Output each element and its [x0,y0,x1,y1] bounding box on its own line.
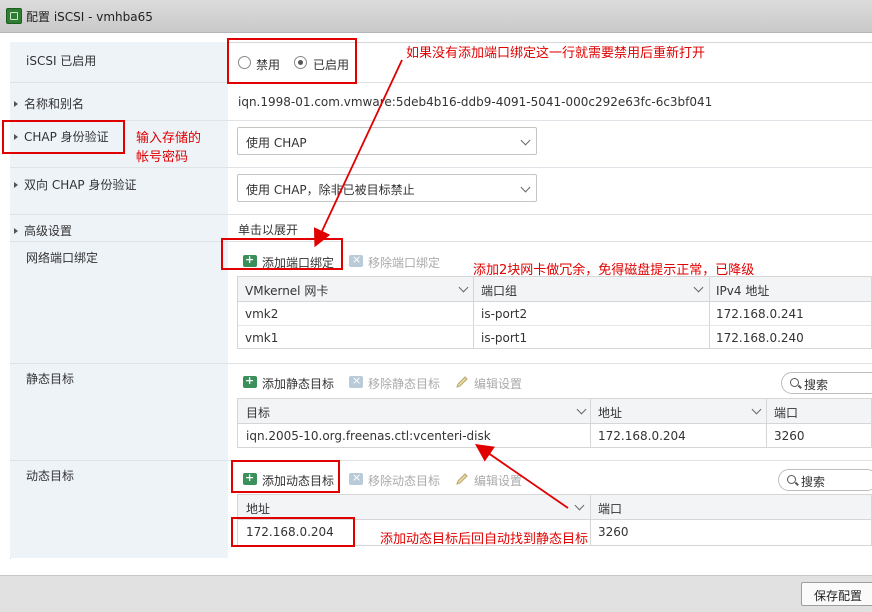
chap-annotation-line1: 输入存储的 [136,131,202,146]
table-cell[interactable]: is-port1 [481,331,527,345]
expand-caret-icon[interactable] [14,182,18,188]
pencil-icon [456,376,468,388]
remove-icon [349,471,363,485]
column-header[interactable]: 目标 [246,404,270,421]
edit-dynamic-settings-label: 编辑设置 [474,474,523,488]
remove-port-binding-button[interactable]: 移除端口绑定 [349,253,449,271]
remove-static-target-button[interactable]: 移除静态目标 [349,374,449,392]
column-header[interactable]: 地址 [598,404,622,421]
table-header [238,277,871,302]
mutual-chap-select[interactable]: 使用 CHAP，除非已被目标禁止 [237,174,537,202]
row-divider [10,363,872,364]
column-header[interactable]: IPv4 地址 [716,282,769,299]
save-config-label: 保存配置 [814,589,863,603]
chap-select[interactable]: 使用 CHAP [237,127,537,155]
add-static-target-button[interactable]: 添加静态目标 [243,374,343,392]
iqn-value: iqn.1998-01.com.vmware:5deb4b16-ddb9-409… [238,95,713,109]
add-dynamic-highlight-box [231,460,340,493]
enable-highlight-box [227,38,357,84]
column-divider [766,399,767,447]
column-divider [709,277,710,348]
advanced-label[interactable]: 高级设置 [14,222,72,239]
table-cell[interactable]: vmk2 [245,307,278,321]
name-alias-label[interactable]: 名称和别名 [14,95,84,112]
static-search-input[interactable]: 搜索 [781,372,872,394]
static-targets-label: 静态目标 [26,372,75,386]
add-binding-highlight-box [221,238,343,270]
mutual-chap-label[interactable]: 双向 CHAP 身份验证 [14,176,136,193]
dynamic-targets-label: 动态目标 [26,469,75,483]
remove-port-binding-label: 移除端口绑定 [368,256,441,270]
row-divider [10,120,872,121]
row-divider [10,460,872,461]
mutual-chap-text: 双向 CHAP 身份验证 [24,178,137,192]
save-config-button[interactable]: 保存配置 [801,582,872,606]
search-icon [787,475,796,484]
add-icon [243,374,257,388]
title-bar: 配置 iSCSI - vmhba65 [0,0,872,33]
table-cell[interactable]: vmk1 [245,331,278,345]
table-cell[interactable]: 172.168.0.204 [598,429,686,443]
advanced-text: 高级设置 [24,224,73,238]
remove-dynamic-target-label: 移除动态目标 [368,474,441,488]
expand-caret-icon[interactable] [14,228,18,234]
remove-dynamic-target-button[interactable]: 移除动态目标 [349,471,449,489]
column-divider [590,399,591,447]
table-cell[interactable]: 3260 [774,429,805,443]
row-divider [10,82,872,83]
remove-icon [349,374,363,388]
edit-static-settings-button[interactable]: 编辑设置 [455,374,535,392]
nic-redundancy-annotation: 添加2块网卡做冗余，免得磁盘提示正常，已降级 [473,263,755,278]
expand-caret-icon[interactable] [14,101,18,107]
table-cell[interactable]: 172.168.0.240 [716,331,804,345]
column-header[interactable]: 端口 [598,500,622,517]
row-divider [10,214,872,215]
pencil-icon [456,473,468,485]
edit-dynamic-settings-button[interactable]: 编辑设置 [455,471,535,489]
column-divider [473,277,474,348]
search-icon [790,378,799,387]
row-divider [10,167,872,168]
row-divider [238,325,871,326]
static-targets-table: 目标 地址 端口 iqn.2005-10.org.freenas.ctl:vce… [237,398,872,448]
iscsi-enabled-label: iSCSI 已启用 [26,54,97,68]
rebind-annotation: 如果没有添加端口绑定这一行就需要禁用后重新打开 [406,46,706,61]
column-header[interactable]: 地址 [246,500,270,517]
port-binding-label: 网络端口绑定 [26,251,99,265]
mutual-chap-select-value: 使用 CHAP，除非已被目标禁止 [246,183,415,197]
advanced-expand-hint[interactable]: 单击以展开 [238,221,298,238]
chap-select-value: 使用 CHAP [246,136,307,150]
row-divider [10,241,872,242]
table-cell[interactable]: 3260 [598,525,629,539]
chevron-down-icon [520,182,531,193]
table-cell[interactable]: iqn.2005-10.org.freenas.ctl:vcenteri-dis… [246,429,491,443]
column-header[interactable]: VMkernel 网卡 [245,282,328,299]
add-static-target-label: 添加静态目标 [262,377,335,391]
chevron-down-icon [520,135,531,146]
dialog-footer [0,575,872,612]
column-header[interactable]: 端口组 [481,282,517,299]
window-title: 配置 iSCSI - vmhba65 [26,10,153,24]
dynamic-target-annotation: 添加动态目标后回自动找到静态目标 [380,532,589,547]
name-alias-text: 名称和别名 [24,97,85,111]
remove-icon [349,253,363,267]
remove-static-target-label: 移除静态目标 [368,377,441,391]
table-cell[interactable]: 172.168.0.241 [716,307,804,321]
search-placeholder: 搜索 [801,475,826,489]
search-placeholder: 搜索 [804,378,829,392]
chap-highlight-box [2,120,125,154]
column-divider [590,495,591,545]
dynamic-search-input[interactable]: 搜索 [778,469,872,491]
column-header[interactable]: 端口 [774,404,798,421]
table-cell[interactable]: is-port2 [481,307,527,321]
edit-static-settings-label: 编辑设置 [474,377,523,391]
dynamic-address-highlight-box [231,517,355,547]
chap-annotation-line2: 帐号密码 [136,150,189,165]
port-binding-table: VMkernel 网卡 端口组 IPv4 地址 vmk2 is-port2 17… [237,276,872,349]
iscsi-adapter-icon [6,8,22,24]
